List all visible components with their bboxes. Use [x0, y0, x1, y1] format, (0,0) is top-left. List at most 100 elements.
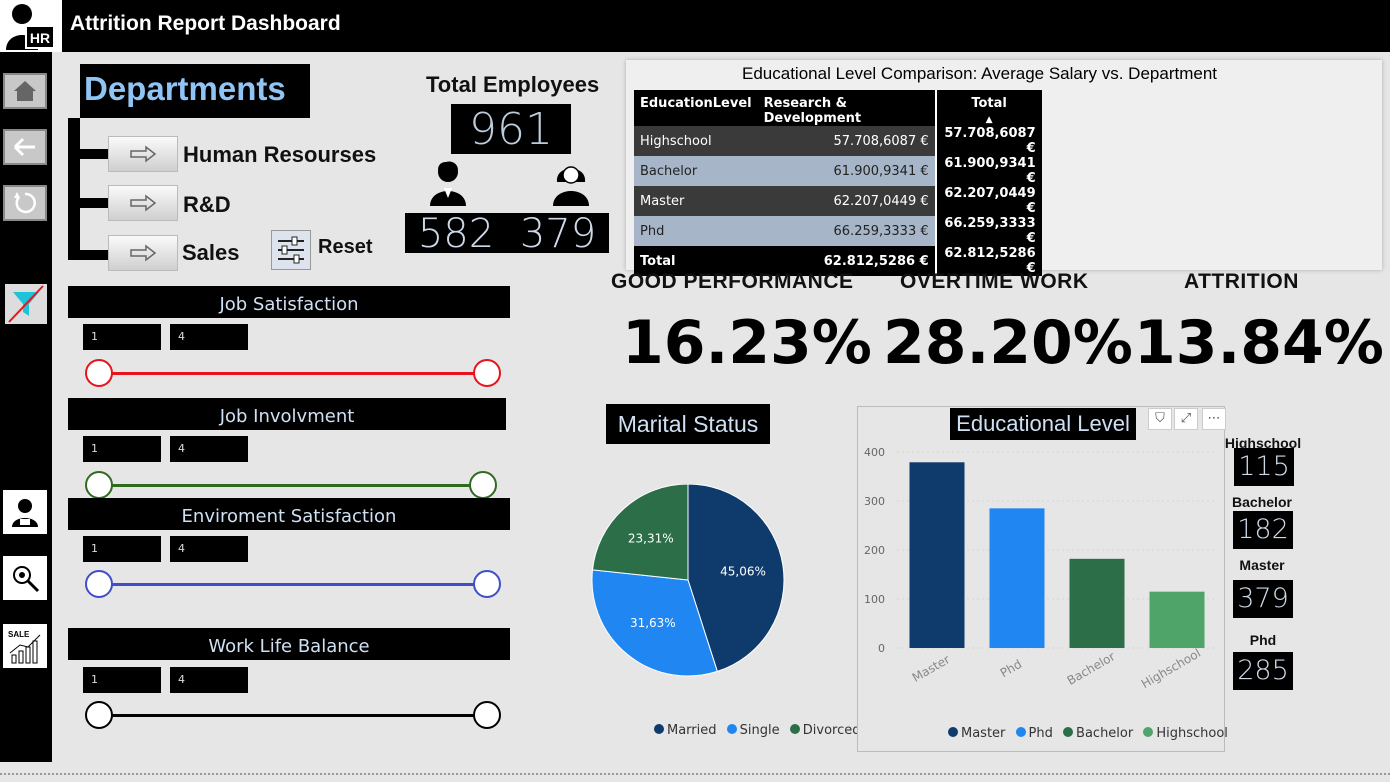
slicer-max-handle[interactable] [473, 701, 501, 729]
y-tick-label: 300 [864, 495, 885, 508]
employee-icon [12, 499, 38, 527]
table-cell: 61.900,9341 € [757, 156, 936, 186]
reset-button[interactable] [271, 230, 311, 270]
legend-swatch [654, 724, 664, 734]
clear-filter-icon [8, 285, 44, 323]
dept-hr-label: Human Resourses [183, 142, 377, 167]
education-chart-title: Educational Level [950, 408, 1136, 440]
count-master-value: 379 [1233, 580, 1293, 618]
total-employees-value: 961 [451, 104, 571, 155]
table-cell: 57.708,6087 € [757, 126, 936, 156]
employee-nav-button[interactable] [3, 490, 47, 534]
slicer-min-handle[interactable] [85, 701, 113, 729]
back-arrow-icon [13, 137, 35, 157]
legend-swatch [1015, 727, 1026, 737]
slicer-work-life-title: Work Life Balance [68, 628, 510, 660]
bar-highschool[interactable] [1149, 591, 1205, 648]
pie-data-label: 23,31% [628, 532, 674, 546]
hr-logo-icon: HR [0, 0, 62, 52]
focus-mode-icon[interactable]: ⤢ [1174, 408, 1198, 430]
legend-label: Bachelor [1076, 726, 1134, 741]
count-phd-value: 285 [1233, 652, 1293, 690]
home-button[interactable] [3, 73, 47, 109]
pie-data-label: 45,06% [720, 564, 766, 578]
dept-sales-button[interactable] [108, 235, 178, 271]
y-tick-label: 200 [864, 544, 885, 557]
reset-label[interactable]: Reset [318, 236, 372, 259]
slicer-max-input[interactable]: 4 [170, 536, 248, 562]
col-header-total[interactable]: Total ▲ [934, 90, 1042, 126]
slicer-min-input[interactable]: 1 [83, 436, 161, 462]
slicer-track [98, 583, 486, 586]
y-tick-label: 100 [864, 593, 885, 606]
table-cell: 66.259,3333 € [757, 216, 936, 246]
marital-legend: Married Single Divorced [648, 723, 861, 738]
hr-analysis-icon [13, 566, 40, 593]
svg-text:SALE: SALE [8, 630, 30, 639]
slicer-max-handle[interactable] [473, 570, 501, 598]
table-cell: 66.259,3333 € [934, 216, 1042, 246]
slicer-min-handle[interactable] [85, 471, 113, 499]
slicer-max-handle[interactable] [473, 359, 501, 387]
tree-branch [68, 198, 110, 208]
table-row: Phd 66.259,3333 € 66.259,3333 € [634, 216, 1042, 246]
table-cell: Highschool [634, 126, 758, 156]
home-icon [14, 81, 36, 101]
y-tick-label: 400 [864, 446, 885, 459]
back-button[interactable] [3, 129, 47, 165]
slicer-min-input[interactable]: 1 [83, 536, 161, 562]
arrow-right-icon [130, 145, 157, 163]
col-header[interactable]: EducationLevel [634, 90, 758, 126]
col-header-label: Total [971, 96, 1007, 111]
slicer-min-input[interactable]: 1 [83, 324, 161, 350]
legend-swatch [1143, 727, 1154, 737]
more-options-icon[interactable]: ⋯ [1202, 408, 1226, 430]
slicer-min-input[interactable]: 1 [83, 667, 161, 693]
dept-rd-button[interactable] [108, 185, 178, 221]
count-bachelor-value: 182 [1233, 511, 1293, 549]
table-cell: Master [634, 186, 758, 216]
clear-filter-button[interactable] [5, 284, 47, 324]
x-tick-label: Master [910, 652, 953, 685]
sales-nav-button[interactable]: SALE [3, 624, 47, 668]
slicer-min-handle[interactable] [85, 570, 113, 598]
dept-hr-button[interactable] [108, 136, 178, 172]
hr-analysis-nav-button[interactable] [3, 556, 47, 600]
table-cell: Bachelor [634, 156, 758, 186]
count-phd-label: Phd [1249, 632, 1277, 648]
legend-label: Phd [1028, 726, 1053, 741]
slicer-job-satisfaction-title: Job Satisfaction [68, 286, 510, 318]
bar-master[interactable] [909, 462, 965, 648]
kpi-good-performance-value: 16.23% [622, 308, 872, 378]
marital-status-title: Marital Status [606, 404, 770, 444]
departments-title: Departments [80, 64, 310, 118]
count-master-label: Master [1239, 557, 1285, 573]
refresh-button[interactable] [3, 185, 47, 221]
slicer-job-involvement-title: Job Involvment [68, 398, 506, 430]
slicer-max-input[interactable]: 4 [170, 324, 248, 350]
page-divider [0, 773, 1390, 775]
legend-label: Highschool [1156, 726, 1228, 741]
sort-asc-icon: ▲ [985, 115, 993, 125]
col-header[interactable]: Research & Development [757, 90, 936, 126]
page-title: Attrition Report Dashboard [70, 12, 341, 35]
slicer-max-handle[interactable] [469, 471, 497, 499]
table-cell: 62.207,0449 € [757, 186, 936, 216]
arrow-right-icon [130, 194, 157, 212]
bar-phd[interactable] [989, 508, 1045, 648]
svg-text:HR: HR [30, 30, 50, 46]
x-tick-label: Bachelor [1065, 649, 1118, 688]
filter-icon[interactable]: ⛉ [1148, 408, 1172, 430]
slicer-max-input[interactable]: 4 [170, 667, 248, 693]
slicer-min-handle[interactable] [85, 359, 113, 387]
slicer-max-input[interactable]: 4 [170, 436, 248, 462]
count-bachelor-label: Bachelor [1232, 494, 1292, 510]
education-bar-chart[interactable]: 0 100 200 300 400 Master Phd Bachelor Highschool [857, 440, 1225, 700]
table-row: Bachelor 61.900,9341 € 61.900,9341 € [634, 156, 1042, 186]
bar-bachelor[interactable] [1069, 558, 1125, 648]
dept-rd-label: R&D [183, 192, 231, 217]
legend-swatch [948, 727, 958, 737]
male-count: 582 [405, 213, 507, 255]
marital-pie-chart[interactable]: 45,06% 31,63% 23,31% [588, 484, 788, 680]
legend-label: Married [667, 723, 717, 738]
